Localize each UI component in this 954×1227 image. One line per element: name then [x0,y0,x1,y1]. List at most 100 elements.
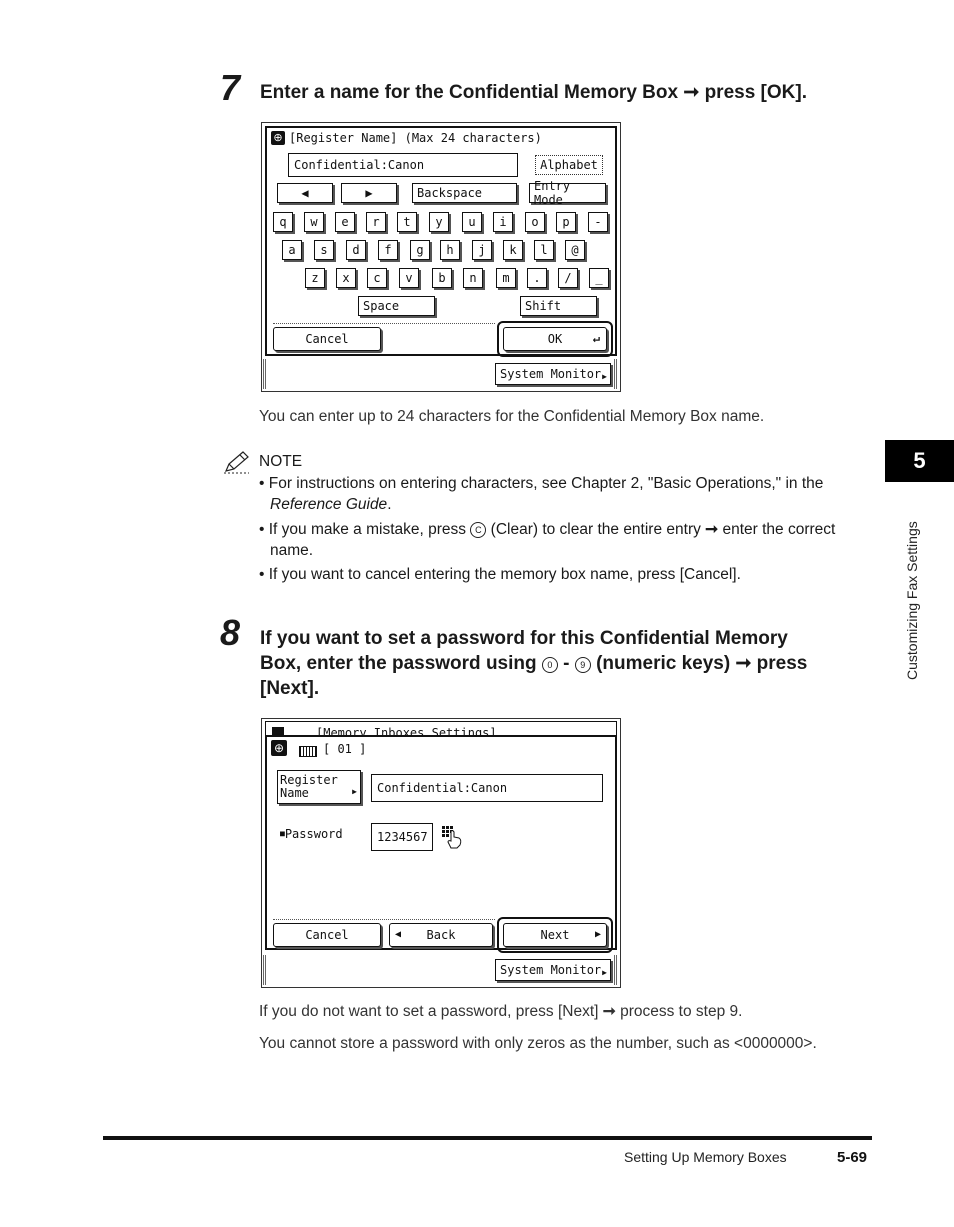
key-j[interactable]: j [472,240,492,260]
key-i[interactable]: i [493,212,513,232]
triangle-left-icon: ◀ [395,929,402,940]
chapter-tab: 5 [885,440,954,482]
key-h[interactable]: h [440,240,460,260]
key-d[interactable]: d [346,240,366,260]
key-g[interactable]: g [410,240,430,260]
register-name-header: [Register Name] (Max 24 characters) [289,131,542,145]
note-heading: NOTE [259,453,303,470]
triangle-right-icon: ▶ [602,372,607,381]
key-e[interactable]: e [335,212,355,232]
paragraph-zero-password: You cannot store a password with only ze… [259,1035,817,1052]
key-underscore[interactable]: _ [589,268,609,288]
cancel-button[interactable]: Cancel [273,923,381,947]
ok-button[interactable]: OK ↵ [503,327,607,351]
next-button[interactable]: Next ▶ [503,923,607,947]
register-name-button[interactable]: Register Name ▶ [277,770,361,804]
step-8-numeric-keys: (numeric keys) [596,653,731,674]
reference-guide-title: Reference Guide [270,496,388,513]
key-w[interactable]: w [304,212,324,232]
shift-button[interactable]: Shift [520,296,597,316]
inbox-tray-icon [299,746,317,757]
cancel-button[interactable]: Cancel [273,327,381,351]
step-number-8: 8 [220,612,241,653]
key-at[interactable]: @ [565,240,585,260]
key-u[interactable]: u [462,212,482,232]
key-r[interactable]: r [366,212,386,232]
note-item-1: • For instructions on entering character… [259,473,879,515]
note-item-2-text-b: (Clear) to clear the entire entry [490,521,701,538]
key-f[interactable]: f [378,240,398,260]
system-monitor-button[interactable]: System Monitor ▶ [495,363,611,385]
back-label: Back [426,928,456,942]
key-y[interactable]: y [429,212,449,232]
key-c[interactable]: c [367,268,387,288]
bullet: • [259,521,265,538]
step-8-title: If you want to set a password for this C… [260,626,880,701]
key-p[interactable]: p [556,212,576,232]
key-n[interactable]: n [463,268,483,288]
arrow-icon: ➞ [683,82,700,103]
key-slash[interactable]: / [558,268,578,288]
range-dash: - [563,653,570,674]
system-monitor-label: System Monitor [500,367,602,381]
behind-panel-header: [Memory Inboxes Settings] [265,721,617,735]
settings-panel: ⊕ [ 01 ] Register Name ▶ Confidential:Ca… [265,735,617,953]
note-item-2: • If you make a mistake, press C (Clear)… [259,519,879,561]
note-item-2-line-2: name. [270,542,314,559]
backspace-button[interactable]: Backspace [412,183,517,203]
back-button[interactable]: ◀ Back [389,923,493,947]
key-q[interactable]: q [273,212,293,232]
key-v[interactable]: v [399,268,419,288]
memory-box-icon: ⊕ [271,131,285,145]
divider [273,919,495,920]
paragraph-skip-password-text: If you do not want to set a password, pr… [259,1003,599,1020]
register-name-label-2: Name [280,786,309,800]
paragraph-skip-password-end: process to step 9. [620,1003,743,1020]
divider [273,323,495,324]
name-display: Confidential:Canon [371,774,603,802]
triangle-right-icon: ▶ [602,968,607,977]
step-number-7: 7 [220,67,241,108]
password-label-text: Password [284,827,343,841]
paragraph-char-limit: You can enter up to 24 characters for th… [259,408,765,425]
key-m[interactable]: m [496,268,516,288]
step-7-title-end: press [OK]. [704,82,807,103]
key-o[interactable]: o [525,212,545,232]
cursor-right-button[interactable]: ▶ [341,183,397,203]
name-input[interactable]: Confidential:Canon [288,153,518,177]
key-z[interactable]: z [305,268,325,288]
key-l[interactable]: l [534,240,554,260]
cursor-left-button[interactable]: ◀ [277,183,333,203]
memory-box-icon [272,727,284,735]
password-field[interactable]: 1234567 [371,823,433,851]
system-monitor-label: System Monitor [500,963,602,977]
arrow-icon: ➞ [602,1003,616,1020]
entry-mode-button[interactable]: Entry Mode [529,179,606,207]
key-x[interactable]: x [336,268,356,288]
key-hyphen[interactable]: - [588,212,608,232]
step-8-line-3: [Next]. [260,678,320,699]
key-k[interactable]: k [503,240,523,260]
arrow-icon: ➞ [705,521,719,538]
step-8-line-2-text: Box, enter the password using [260,653,537,674]
system-monitor-button[interactable]: System Monitor ▶ [495,959,611,981]
key-b[interactable]: b [432,268,452,288]
key-period[interactable]: . [527,268,547,288]
numeric-key-0-icon: 0 [541,657,558,673]
space-button[interactable]: Space [358,296,435,316]
key-a[interactable]: a [282,240,302,260]
page-number: 5-69 [837,1149,868,1166]
triangle-right-icon: ▶ [352,787,357,796]
register-name-screen: ⊕ [Register Name] (Max 24 characters) Co… [261,122,621,392]
key-s[interactable]: s [314,240,334,260]
note-item-3-text: If you want to cancel entering the memor… [268,566,741,583]
note-item-2-text-c: enter the correct [722,521,836,538]
status-bar-edge-left [263,955,267,985]
memory-box-icon: ⊕ [271,740,287,756]
password-label: ■Password [280,827,343,841]
arrow-icon: ➞ [735,653,752,674]
status-bar-edge-right [614,359,618,389]
next-label: Next [540,928,570,942]
note-item-2-text: If you make a mistake, press [268,521,467,538]
key-t[interactable]: t [397,212,417,232]
